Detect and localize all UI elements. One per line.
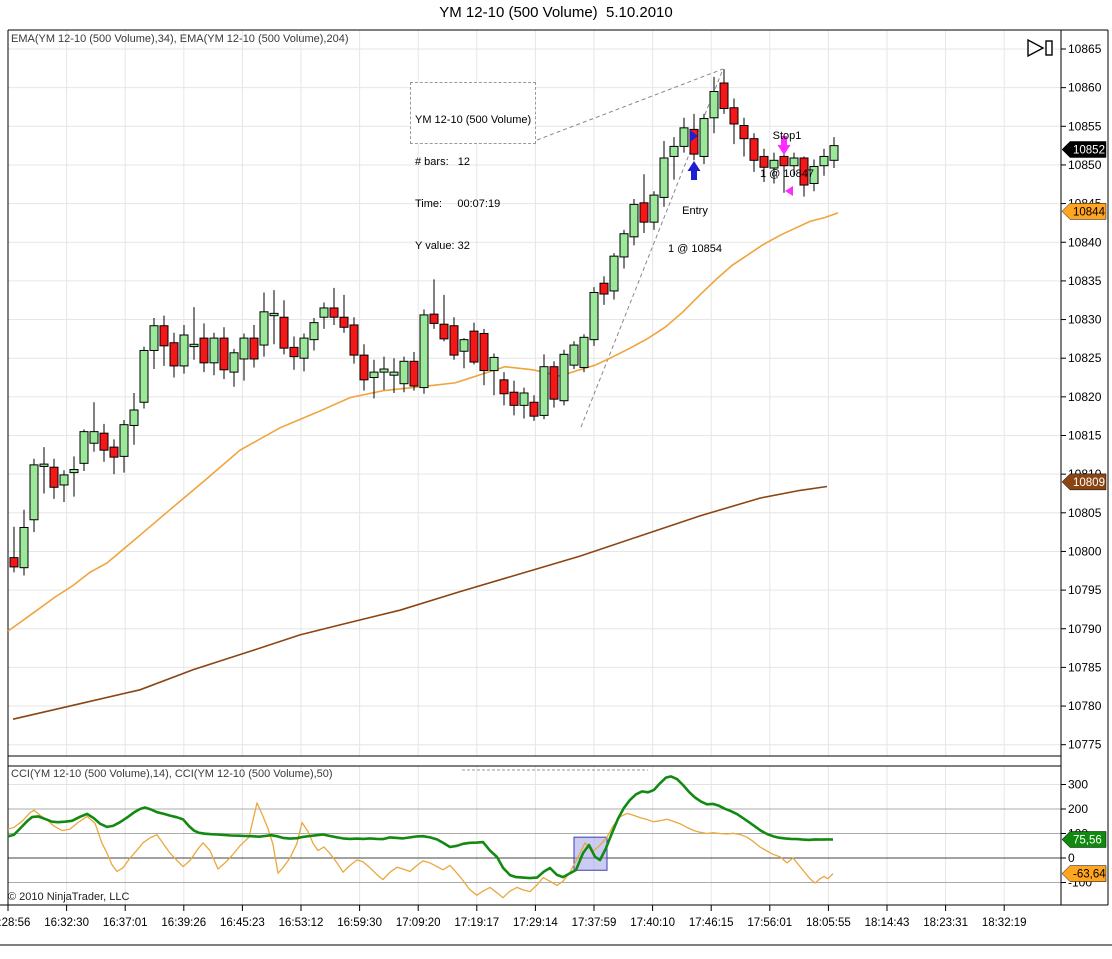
cci-tick-label: 200 [1068,802,1088,816]
cci14-value-tag-text: -63,64 [1073,869,1106,881]
chart-canvas[interactable]: 1086510860108551085010845108401083510830… [0,0,1112,959]
time-tick-label: 16:53:12 [279,917,324,929]
time-tick-label: 17:40:10 [630,917,675,929]
price-tick-label: 10780 [1068,699,1102,713]
time-tick-label: 16:28:56 [0,917,30,929]
time-tick-label: 17:09:20 [396,917,441,929]
time-tick-label: 16:32:30 [44,917,89,929]
ema204-price-tag-text: 10809 [1073,477,1105,489]
entry-detail: 1 @ 10854 [668,242,722,255]
time-tick-label: 16:45:23 [220,917,265,929]
price-tick-label: 10835 [1068,274,1102,288]
last-price-tag-text: 10852 [1073,144,1105,156]
price-tick-label: 10820 [1068,390,1102,404]
copyright-text: © 2010 NinjaTrader, LLC [8,891,130,903]
ema34-price-tag-text: 10844 [1073,206,1106,218]
price-tick-label: 10800 [1068,544,1102,558]
price-tick-label: 10855 [1068,119,1102,133]
price-tick-label: 10840 [1068,235,1102,249]
cci-indicator-label[interactable]: CCI(YM 12-10 (500 Volume),14), CCI(YM 12… [11,768,333,780]
cci-chart-panel[interactable] [8,766,1061,905]
tooltip-bars: # bars: 12 [415,156,471,168]
tooltip-yvalue: Y value: 32 [415,240,470,252]
price-tick-label: 10860 [1068,81,1102,95]
time-tick-label: 16:59:30 [337,917,382,929]
time-tick-label: 16:37:01 [103,917,148,929]
cci-tick-label: 300 [1068,778,1088,792]
price-tick-label: 10775 [1068,738,1102,752]
measure-tooltip: YM 12-10 (500 Volume) # bars: 12 Time: 0… [410,82,536,252]
price-tick-label: 10815 [1068,429,1102,443]
tooltip-time: Time: 00:07:19 [415,198,501,210]
stop-detail: 1 @ 10847 [760,167,814,180]
cci50-value-tag-text: 75,56 [1073,834,1102,846]
time-tick-label: 18:05:55 [806,917,851,929]
time-tick-label: 16:39:26 [161,917,206,929]
price-tick-label: 10785 [1068,660,1102,674]
time-tick-label: 18:32:19 [982,917,1027,929]
entry-label: Entry [682,205,708,217]
stop-label: Stop1 [772,130,802,142]
price-tick-label: 10795 [1068,583,1102,597]
entry-annotation: Entry 1 @ 10854 [645,180,745,268]
stop-annotation: Stop1 1 @ 10847 [737,105,837,193]
chart-title: YM 12-10 (500 Volume) 5.10.2010 [439,4,673,21]
time-tick-label: 17:46:15 [689,917,734,929]
cci-tick-label: 0 [1068,851,1075,865]
time-tick-label: 17:56:01 [747,917,792,929]
ema-indicator-label[interactable]: EMA(YM 12-10 (500 Volume),34), EMA(YM 12… [11,33,348,45]
time-tick-label: 18:23:31 [923,917,968,929]
time-tick-label: 18:14:43 [865,917,910,929]
time-tick-label: 17:37:59 [572,917,617,929]
price-tick-label: 10865 [1068,42,1102,56]
price-tick-label: 10830 [1068,313,1102,327]
price-tick-label: 10790 [1068,622,1102,636]
time-tick-label: 17:29:14 [513,917,558,929]
price-tick-label: 10850 [1068,158,1102,172]
tooltip-symbol: YM 12-10 (500 Volume) [415,114,532,126]
price-tick-label: 10805 [1068,506,1102,520]
price-tick-label: 10825 [1068,351,1102,365]
time-tick-label: 17:19:17 [454,917,499,929]
